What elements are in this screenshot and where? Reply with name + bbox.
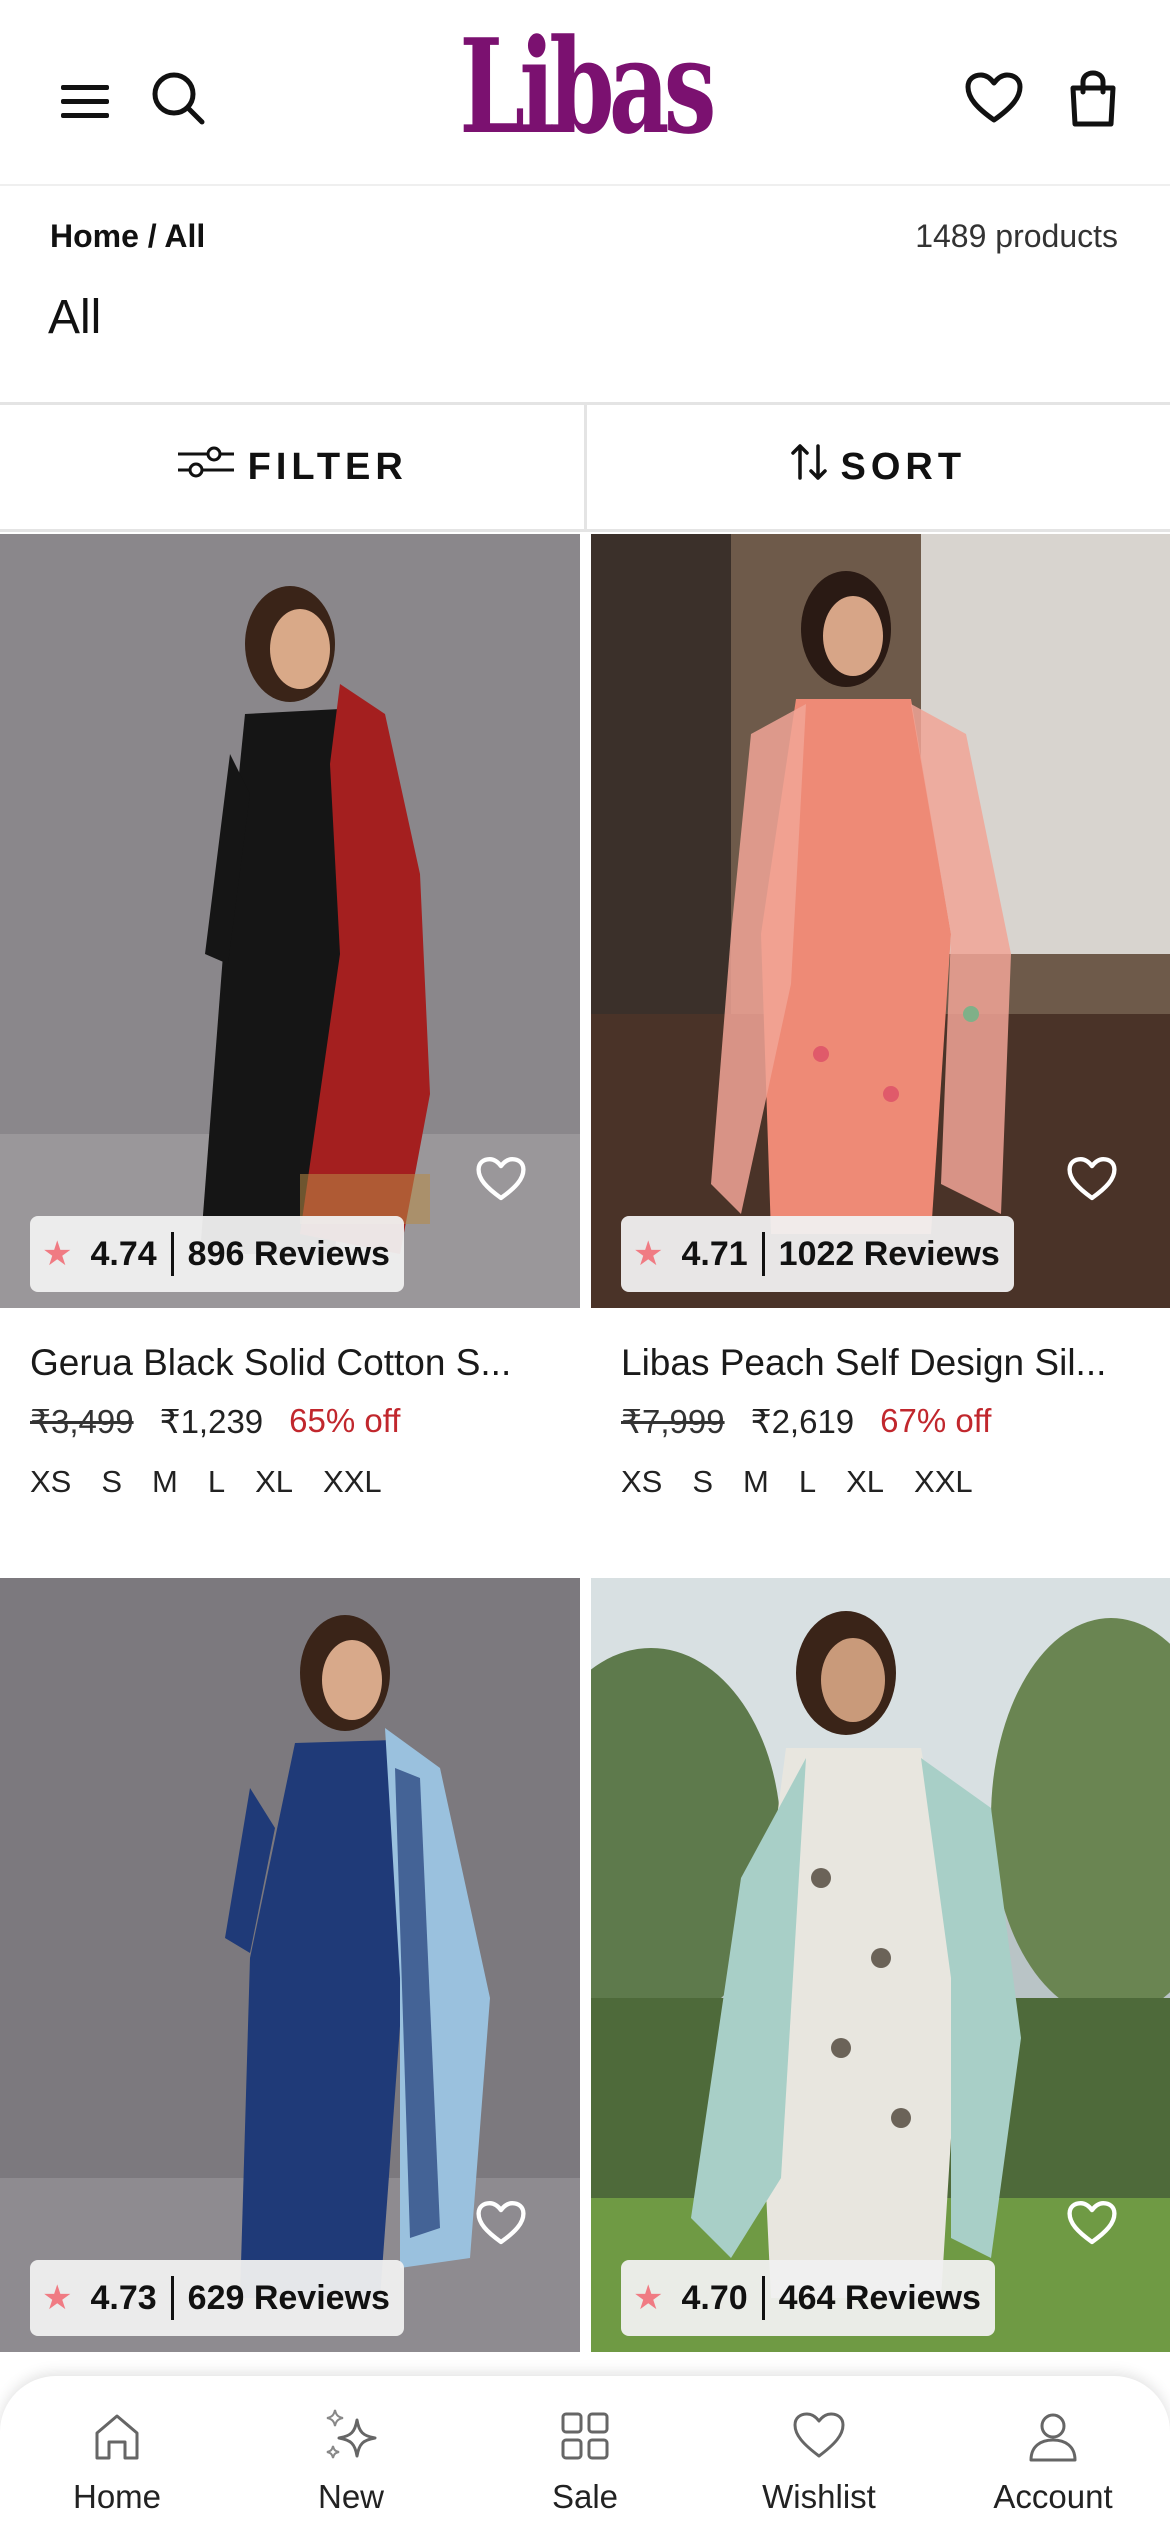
- star-icon: ★: [42, 1235, 73, 1273]
- size-option[interactable]: L: [208, 1464, 225, 1500]
- divider: [170, 2276, 174, 2320]
- size-list: XS S M L XL XXL: [30, 1464, 382, 1500]
- size-list: XS S M L XL XXL: [621, 1464, 973, 1500]
- size-option[interactable]: S: [101, 1464, 122, 1500]
- rating-value: 4.73: [90, 2278, 157, 2317]
- sort-button[interactable]: SORT: [587, 405, 1170, 529]
- wishlist-heart-icon[interactable]: [476, 1156, 528, 1204]
- rating-badge: ★ 4.73 629 Reviews: [30, 2260, 404, 2336]
- price-row: ₹3,499 ₹1,239 65% off: [30, 1402, 400, 1441]
- review-count: 896 Reviews: [187, 1234, 390, 1273]
- product-count: 1489 products: [915, 218, 1118, 254]
- product-name[interactable]: Libas Peach Self Design Sil...: [621, 1342, 1151, 1384]
- nav-label: Wishlist: [762, 2478, 876, 2515]
- sort-arrows-icon: [790, 442, 828, 492]
- nav-item-new[interactable]: New: [234, 2376, 468, 2532]
- product-card[interactable]: ★ 4.70 464 Reviews: [591, 1578, 1170, 2376]
- size-option[interactable]: XS: [621, 1464, 662, 1500]
- product-card[interactable]: ★ 4.71 1022 Reviews Libas Peach Self Des…: [591, 534, 1170, 1534]
- nav-label: Home: [72, 2478, 162, 2515]
- star-icon: ★: [633, 1235, 664, 1273]
- grid-icon: [561, 2412, 609, 2460]
- review-count: 1022 Reviews: [778, 1234, 1000, 1273]
- size-option[interactable]: L: [799, 1464, 816, 1500]
- wishlist-heart-icon[interactable]: [1067, 1156, 1119, 1204]
- product-card[interactable]: ★ 4.74 896 Reviews Gerua Black Solid Cot…: [0, 534, 580, 1534]
- size-option[interactable]: M: [743, 1464, 769, 1500]
- discount-label: 65% off: [289, 1402, 401, 1439]
- size-option[interactable]: S: [692, 1464, 713, 1500]
- rating-badge: ★ 4.71 1022 Reviews: [621, 1216, 1014, 1292]
- original-price: ₹3,499: [30, 1403, 134, 1440]
- filter-sort-bar: FILTER SORT: [0, 402, 1170, 532]
- user-icon: [1029, 2413, 1077, 2462]
- product-card[interactable]: ★ 4.73 629 Reviews: [0, 1578, 580, 2376]
- filter-label: FILTER: [247, 445, 408, 488]
- size-option[interactable]: XS: [30, 1464, 71, 1500]
- price-row: ₹7,999 ₹2,619 67% off: [621, 1402, 991, 1441]
- nav-item-account[interactable]: Account: [936, 2376, 1170, 2532]
- bottom-navigation: Home New Sale Wishlist Account: [0, 2376, 1170, 2532]
- shopping-bag-icon[interactable]: [1064, 68, 1122, 130]
- filter-sliders-icon: [176, 444, 236, 490]
- discount-label: 67% off: [880, 1402, 992, 1439]
- wishlist-heart-icon[interactable]: [476, 2200, 528, 2248]
- page-title: All: [48, 291, 102, 344]
- original-price: ₹7,999: [621, 1403, 725, 1440]
- divider: [761, 2276, 765, 2320]
- star-icon: ★: [633, 2279, 664, 2317]
- nav-item-home[interactable]: Home: [0, 2376, 234, 2532]
- review-count: 629 Reviews: [187, 2278, 390, 2317]
- divider: [761, 1232, 765, 1276]
- hamburger-menu-icon[interactable]: [56, 78, 114, 124]
- nav-item-wishlist[interactable]: Wishlist: [702, 2376, 936, 2532]
- home-icon: [95, 2414, 139, 2460]
- app-header: Libas: [0, 0, 1170, 186]
- rating-value: 4.74: [90, 1234, 157, 1273]
- sort-label: SORT: [840, 445, 967, 488]
- size-option[interactable]: XXL: [323, 1464, 382, 1500]
- heart-icon: [793, 2412, 845, 2458]
- nav-label: Account: [993, 2478, 1113, 2515]
- rating-badge: ★ 4.70 464 Reviews: [621, 2260, 995, 2336]
- filter-button[interactable]: FILTER: [0, 405, 587, 529]
- brand-logo[interactable]: Libas: [164, 22, 1006, 152]
- nav-label: Sale: [551, 2478, 619, 2515]
- product-name[interactable]: Gerua Black Solid Cotton S...: [30, 1342, 560, 1384]
- size-option[interactable]: XXL: [914, 1464, 973, 1500]
- size-option[interactable]: XL: [846, 1464, 884, 1500]
- rating-badge: ★ 4.74 896 Reviews: [30, 1216, 404, 1292]
- wishlist-heart-icon[interactable]: [1067, 2200, 1119, 2248]
- sale-price: ₹2,619: [750, 1403, 855, 1440]
- sparkle-icon: [326, 2409, 377, 2459]
- sale-price: ₹1,239: [159, 1403, 264, 1440]
- review-count: 464 Reviews: [778, 2278, 981, 2317]
- size-option[interactable]: M: [152, 1464, 178, 1500]
- nav-item-sale[interactable]: Sale: [468, 2376, 702, 2532]
- star-icon: ★: [42, 2279, 73, 2317]
- nav-label: New: [317, 2478, 385, 2515]
- divider: [170, 1232, 174, 1276]
- rating-value: 4.70: [681, 2278, 748, 2317]
- wishlist-heart-icon[interactable]: [964, 70, 1024, 126]
- size-option[interactable]: XL: [255, 1464, 293, 1500]
- rating-value: 4.71: [681, 1234, 748, 1273]
- breadcrumb[interactable]: Home / All: [50, 218, 205, 255]
